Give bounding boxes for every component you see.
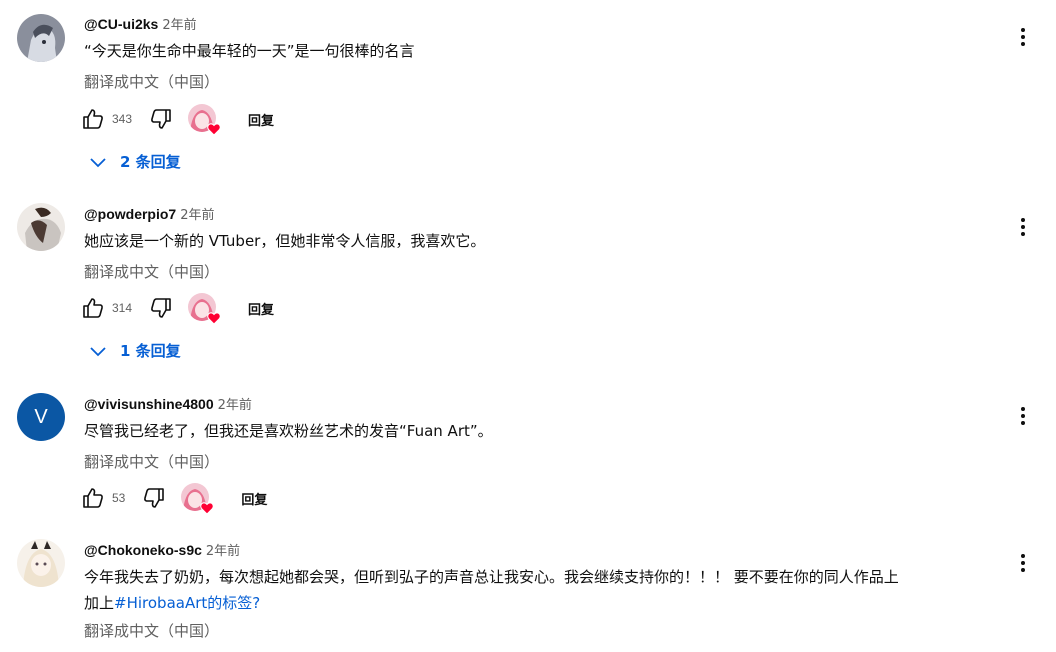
like-button[interactable] — [80, 485, 106, 511]
reply-button[interactable]: 回复 — [241, 489, 267, 508]
chevron-down-icon — [90, 346, 106, 356]
reply-button[interactable]: 回复 — [248, 299, 274, 318]
more-vert-icon — [1021, 554, 1025, 572]
view-replies-button[interactable]: 1 条回复 — [88, 340, 181, 361]
translate-link[interactable]: 翻译成中文（中国） — [84, 261, 219, 282]
thumb-up-icon — [83, 488, 103, 508]
comment-text: 今年我失去了奶奶，每次想起她都会哭，但听到弘子的声音总让我安心。我会继续支持你的… — [84, 564, 1004, 616]
action-bar: 53 回复 — [80, 482, 267, 515]
action-bar: 343 回复 — [80, 103, 274, 136]
comment-text-line: 加上#HirobaaArt的标签? — [84, 590, 1004, 616]
comment-menu-button[interactable] — [1013, 551, 1033, 575]
creator-heart — [181, 483, 215, 515]
thumb-down-icon — [144, 488, 165, 508]
thumb-down-icon — [151, 298, 171, 318]
author-name[interactable]: @Chokoneko-s9c — [84, 542, 202, 558]
comment-text-line: 今年我失去了奶奶，每次想起她都会哭，但听到弘子的声音总让我安心。我会继续支持你的… — [84, 568, 899, 586]
heart-icon — [207, 312, 221, 325]
like-count: 343 — [112, 112, 133, 126]
replies-count-label: 2 条回复 — [120, 153, 181, 171]
author-name[interactable]: @CU-ui2ks — [84, 16, 158, 32]
more-vert-icon — [1021, 28, 1025, 46]
translate-link[interactable]: 翻译成中文（中国） — [84, 451, 219, 472]
avatar[interactable] — [17, 203, 65, 251]
author-name[interactable]: @powderpio7 — [84, 206, 176, 222]
translate-link[interactable]: 翻译成中文（中国） — [84, 71, 219, 92]
timestamp[interactable]: 2年前 — [180, 208, 214, 223]
translate-link[interactable]: 翻译成中文（中国） — [84, 620, 219, 641]
comment-menu-button[interactable] — [1013, 25, 1033, 49]
more-vert-icon — [1021, 218, 1025, 236]
creator-heart — [188, 104, 221, 136]
timestamp[interactable]: 2年前 — [218, 398, 252, 413]
view-replies-button[interactable]: 2 条回复 — [88, 151, 181, 172]
comment-menu-button[interactable] — [1013, 215, 1033, 239]
comment-text: “今天是你生命中最年轻的一天”是一句很棒的名言 — [84, 42, 415, 60]
comment-menu-button[interactable] — [1013, 404, 1033, 428]
dislike-button[interactable] — [141, 485, 167, 511]
replies-count-label: 1 条回复 — [120, 342, 181, 360]
timestamp[interactable]: 2年前 — [206, 544, 240, 559]
comment-text: 她应该是一个新的 VTuber，但她非常令人信服，我喜欢它。 — [84, 232, 486, 250]
avatar[interactable] — [17, 539, 65, 587]
chevron-down-icon — [90, 157, 106, 167]
thumb-up-icon — [83, 298, 103, 318]
like-count: 314 — [112, 301, 133, 315]
heart-icon — [200, 502, 215, 515]
action-bar: 314 回复 — [80, 292, 274, 325]
dislike-button[interactable] — [148, 295, 174, 321]
more-vert-icon — [1021, 407, 1025, 425]
like-button[interactable] — [80, 295, 106, 321]
heart-icon — [207, 123, 221, 136]
creator-heart — [188, 293, 221, 325]
avatar[interactable]: V — [17, 393, 65, 441]
dislike-button[interactable] — [148, 106, 174, 132]
avatar[interactable] — [17, 14, 65, 62]
hashtag-link[interactable]: #HirobaaArt的标签? — [114, 594, 260, 612]
reply-button[interactable]: 回复 — [248, 110, 274, 129]
timestamp[interactable]: 2年前 — [162, 18, 196, 33]
like-count: 53 — [112, 491, 126, 505]
author-name[interactable]: @vivisunshine4800 — [84, 396, 214, 412]
comment-text-prefix: 加上 — [84, 594, 115, 612]
like-button[interactable] — [80, 106, 106, 132]
thumb-up-icon — [83, 109, 103, 129]
thumb-down-icon — [151, 109, 171, 129]
comment-text: 尽管我已经老了，但我还是喜欢粉丝艺术的发音“Fuan Art”。 — [84, 422, 493, 440]
